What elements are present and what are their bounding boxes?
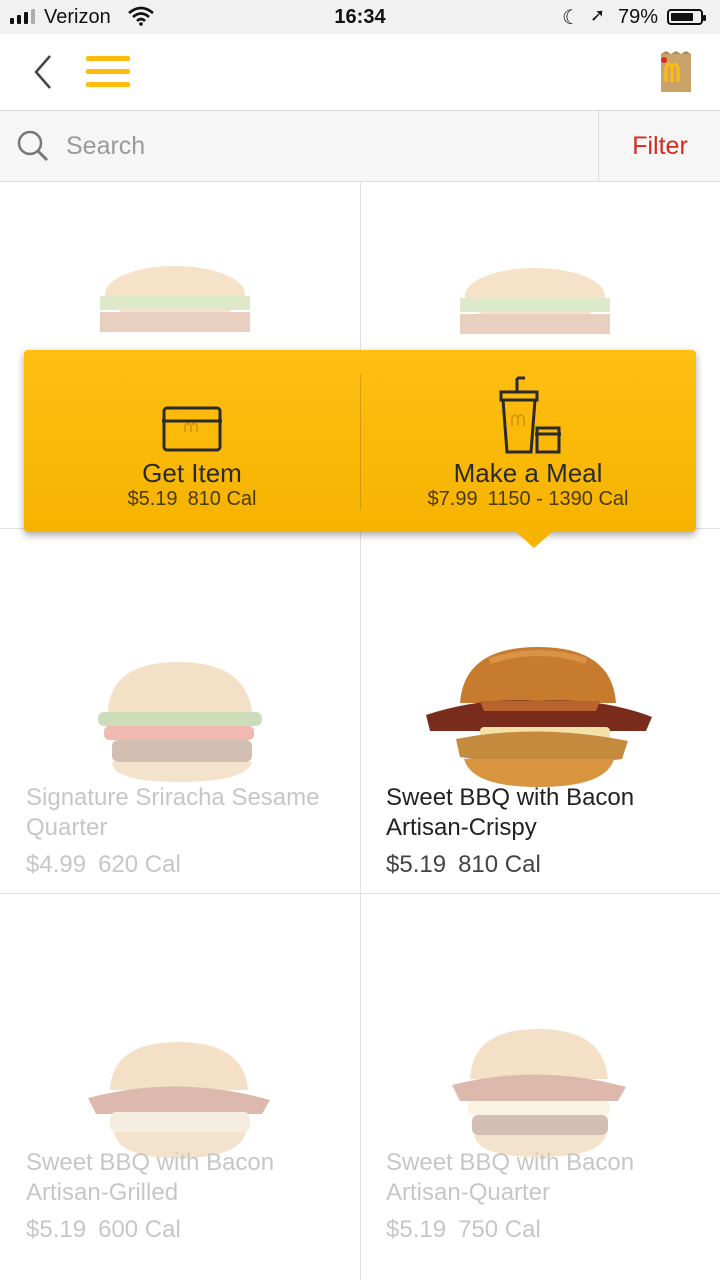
product-price-cal: $4.99 620 Cal: [26, 851, 181, 879]
filter-label: Filter: [632, 131, 688, 160]
product-price-cal: $5.19 810 Cal: [386, 851, 541, 879]
mcdonalds-bag-icon: [661, 51, 691, 92]
product-price-cal: $5.19 600 Cal: [26, 1216, 181, 1244]
app-header: [0, 34, 720, 111]
make-a-meal-price-cal: $7.99 1150 - 1390 Cal: [360, 488, 696, 511]
order-options-popover: Get Item $5.19 810 Cal Make a Meal $7.99 1…: [24, 350, 696, 548]
get-item-price: $5.19: [127, 488, 178, 510]
product-price: $4.99: [26, 851, 87, 878]
filter-button[interactable]: Filter: [598, 111, 720, 181]
hamburger-menu-icon: [86, 56, 130, 87]
product-name: Sweet BBQ with Bacon Artisan-Quarter: [386, 1149, 635, 1206]
product-tile[interactable]: Sweet BBQ with Bacon Artisan-Quarter $5.…: [360, 894, 720, 1259]
product-tile[interactable]: Sweet BBQ with Bacon Artisan-Crispy $5.1…: [360, 529, 720, 894]
product-tile[interactable]: Signature Sriracha Sesame Quarter $4.99 6…: [0, 529, 360, 894]
make-a-meal-button[interactable]: Make a Meal $7.99 1150 - 1390 Cal: [360, 350, 696, 532]
status-bar: Verizon 16:34 ☾ ➚ 79%: [0, 0, 720, 34]
make-a-meal-price: $7.99: [427, 488, 478, 510]
product-price-cal: $5.19 750 Cal: [386, 1216, 541, 1244]
search-icon: [17, 130, 49, 162]
chevron-left-icon: [34, 55, 51, 89]
popover-caret: [516, 532, 552, 548]
product-price: $5.19: [386, 851, 447, 878]
location-arrow-icon: ➚: [590, 5, 606, 25]
battery-percent: 79%: [618, 6, 659, 28]
menu-button[interactable]: [86, 56, 130, 88]
product-calories: 600 Cal: [98, 1216, 181, 1243]
make-a-meal-title: Make a Meal: [453, 458, 603, 488]
battery-icon: [667, 9, 706, 25]
box-icon: [162, 406, 222, 452]
make-a-meal-calories: 1150 - 1390 Cal: [487, 488, 629, 510]
clock: 16:34: [334, 6, 386, 28]
get-item-calories: 810 Cal: [187, 488, 257, 510]
moon-icon: ☾: [562, 7, 580, 29]
product-name: Signature Sriracha Sesame Quarter: [26, 784, 320, 841]
back-button[interactable]: [28, 52, 58, 92]
search-bar: Filter: [0, 111, 720, 182]
product-calories: 750 Cal: [458, 1216, 541, 1243]
get-item-button[interactable]: Get Item $5.19 810 Cal: [24, 350, 360, 532]
bag-button[interactable]: [658, 50, 694, 94]
search-input[interactable]: [66, 128, 566, 164]
product-grid: Signature Sriracha Sesame Quarter $4.99 6…: [0, 182, 720, 1280]
meal-drink-icon: [499, 376, 561, 454]
product-tile[interactable]: Sweet BBQ with Bacon Artisan-Grilled $5.…: [0, 894, 360, 1259]
get-item-price-cal: $5.19 810 Cal: [24, 488, 360, 511]
product-calories: 810 Cal: [458, 851, 541, 878]
product-name: Sweet BBQ with Bacon Artisan-Grilled: [26, 1149, 275, 1206]
get-item-title: Get Item: [142, 458, 242, 488]
product-price: $5.19: [26, 1216, 87, 1243]
product-price: $5.19: [386, 1216, 447, 1243]
product-calories: 620 Cal: [98, 851, 181, 878]
product-name: Sweet BBQ with Bacon Artisan-Crispy: [386, 784, 635, 841]
